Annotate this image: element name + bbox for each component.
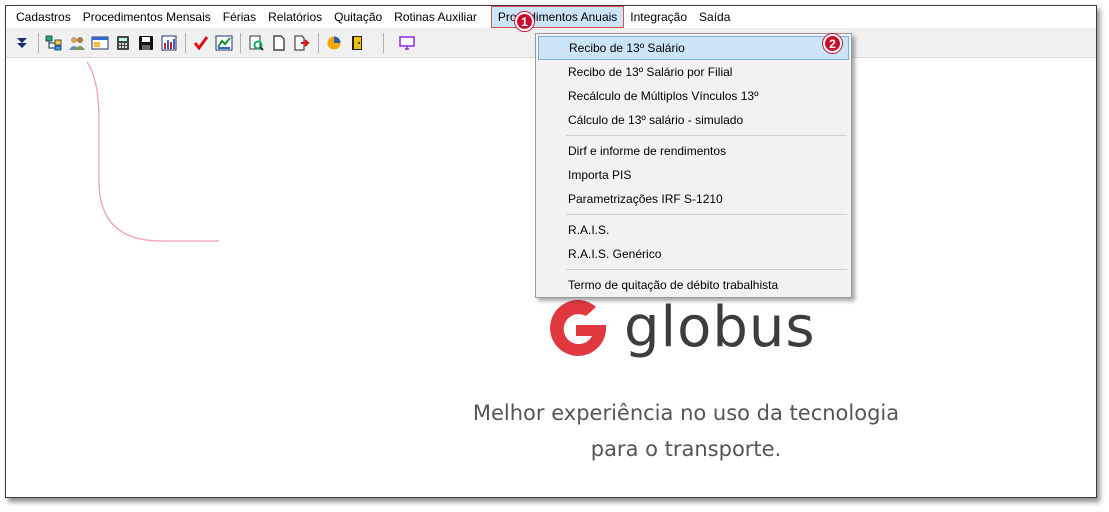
menu-procedimentos-anuais[interactable]: Procedimentos Anuais [490,6,625,28]
document-icon[interactable] [268,32,290,54]
tagline-line-2: para o transporte. [590,437,782,461]
menu-item-recalculo-multiplos-vinculos[interactable]: Recálculo de Múltiplos Vínculos 13º [536,84,851,108]
menu-item-rais[interactable]: R.A.I.S. [536,218,851,242]
globus-g-icon [550,300,606,356]
pie-chart-icon[interactable] [323,32,345,54]
window-icon[interactable] [89,32,111,54]
menu-procedimentos-mensais[interactable]: Procedimentos Mensais [77,6,217,28]
menu-item-importa-pis[interactable]: Importa PIS [536,163,851,187]
report-icon[interactable] [158,32,180,54]
menu-item-rais-generico[interactable]: R.A.I.S. Genérico [536,242,851,266]
globus-logo: globus [546,296,816,360]
menu-item-recibo-13-salario-filial[interactable]: Recibo de 13º Salário por Filial [536,60,851,84]
step-badge-1: 1 [515,12,534,31]
export-icon[interactable] [291,32,313,54]
chart-icon[interactable] [213,32,235,54]
checkmark-icon[interactable] [190,32,212,54]
toolbar-separator [318,32,319,53]
menu-item-recibo-13-salario[interactable]: Recibo de 13º Salário [538,36,849,60]
menu-cadastros[interactable]: Cadastros [10,6,77,28]
tagline-line-1: Melhor experiência no uso da tecnologia [472,401,900,425]
menu-saida[interactable]: Saída [693,6,736,28]
save-icon[interactable] [135,32,157,54]
menu-relatorios[interactable]: Relatórios [262,6,328,28]
step-badge-2: 2 [823,34,842,53]
menu-rotinas-auxiliares[interactable]: Rotinas Auxiliar [388,6,479,28]
monitor-icon[interactable] [396,32,418,54]
procedimentos-anuais-dropdown: Recibo de 13º Salário Recibo de 13º Salá… [535,33,852,298]
connector-line [86,61,219,242]
brand-name: globus [624,295,816,360]
toolbar-separator [240,32,241,53]
menu-quitacao[interactable]: Quitação [328,6,388,28]
menu-item-calculo-13-simulado[interactable]: Cálculo de 13º salário - simulado [536,108,851,132]
toolbar-separator [383,32,384,53]
calculator-icon[interactable] [112,32,134,54]
menu-ferias[interactable]: Férias [217,6,262,28]
menu-bar: Cadastros Procedimentos Mensais Férias R… [6,6,1096,28]
menu-item-parametrizacoes-irf[interactable]: Parametrizações IRF S-1210 [536,187,851,211]
menu-separator [566,135,847,136]
tree-icon[interactable] [43,32,65,54]
menu-separator [566,214,847,215]
document-search-icon[interactable] [245,32,267,54]
toolbar-separator [185,32,186,53]
toolbar-separator [38,32,39,53]
menu-integracao[interactable]: Integração [624,6,693,28]
door-icon[interactable] [346,32,368,54]
menu-item-dirf[interactable]: Dirf e informe de rendimentos [536,139,851,163]
menu-separator [566,269,847,270]
menu-item-termo-quitacao[interactable]: Termo de quitação de débito trabalhista [536,273,851,297]
app-window: Cadastros Procedimentos Mensais Férias R… [5,5,1097,498]
people-icon[interactable] [66,32,88,54]
double-down-arrow-icon[interactable] [11,32,33,54]
